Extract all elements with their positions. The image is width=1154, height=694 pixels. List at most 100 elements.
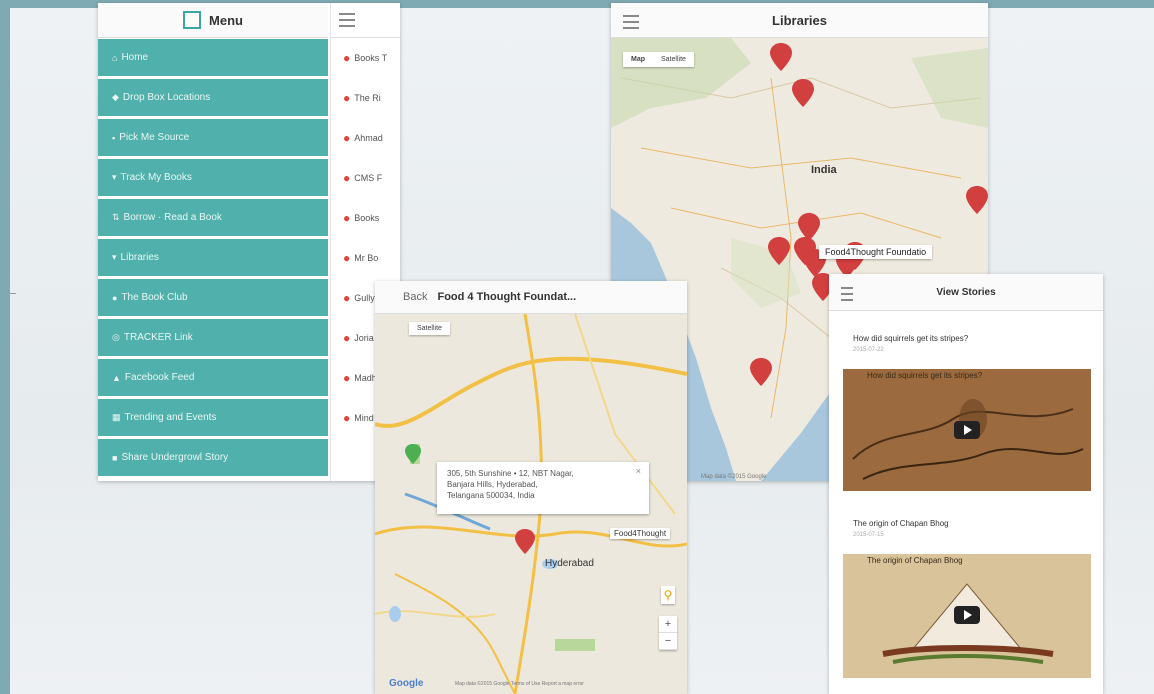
hamburger-icon[interactable] xyxy=(841,287,853,301)
video-caption: The origin of Chapan Bhog xyxy=(867,556,963,565)
menu-item-borrow-read[interactable]: ⇅ Borrow · Read a Book xyxy=(98,199,328,236)
country-label: India xyxy=(811,164,838,176)
zoom-out-button[interactable]: − xyxy=(659,633,677,650)
map-pin-icon: ● xyxy=(343,251,351,265)
back-button[interactable]: Back xyxy=(403,291,427,303)
library-name: Ahmad xyxy=(354,133,383,143)
menu-item-label: TRACKER Link xyxy=(123,332,193,343)
story-title[interactable]: How did squirrels get its stripes? xyxy=(853,334,968,343)
library-list-item[interactable]: ● Ahmad xyxy=(331,118,400,158)
library-name: Mind xyxy=(354,413,374,423)
food4thought-header: Back Food 4 Thought Foundat... xyxy=(375,281,687,314)
story-video[interactable]: The origin of Chapan Bhog xyxy=(843,554,1091,678)
food4thought-tooltip[interactable]: Food4Thought xyxy=(610,528,671,539)
address-line: Banjara Hills, Hyderabad, xyxy=(447,480,538,489)
video-caption: How did squirrels get its stripes? xyxy=(867,371,983,380)
tracking-icon: ▾ xyxy=(112,172,117,182)
facebook-icon: ▲ xyxy=(112,372,121,383)
menu-item-libraries[interactable]: ▾ Libraries xyxy=(98,239,328,276)
map-type-satellite[interactable]: Satellite xyxy=(653,52,694,67)
menu-item-trending-events[interactable]: ▦ Trending and Events xyxy=(98,399,328,436)
menu-title: Menu xyxy=(209,12,243,28)
map-type-toggle[interactable]: Map Satellite xyxy=(623,52,694,67)
story-title[interactable]: The origin of Chapan Bhog xyxy=(853,519,949,528)
pegman-icon[interactable]: ⚲ xyxy=(661,586,675,604)
stories-title: View Stories xyxy=(936,286,996,298)
map-attribution: Map data ©2015 Google xyxy=(701,474,767,480)
map-pin-icon: ● xyxy=(343,171,351,185)
menu-item-facebook-feed[interactable]: ▲ Facebook Feed xyxy=(98,359,328,396)
library-name: Mr Bo xyxy=(354,253,379,263)
library-tooltip[interactable]: Food4Thought Foundatio xyxy=(819,245,933,259)
menu-header: Menu xyxy=(98,3,328,38)
story-video[interactable]: How did squirrels get its stripes? xyxy=(843,369,1091,491)
food4thought-title: Food 4 Thought Foundat... xyxy=(437,291,577,303)
map-pin-icon: ● xyxy=(343,131,351,145)
address-info-window: × 305, 5th Sunshine • 12, NBT Nagar, Ban… xyxy=(437,462,649,514)
map-pin-icon: ● xyxy=(343,291,351,305)
calendar-icon: ▦ xyxy=(112,412,121,422)
view-stories-screen: View Stories How did squirrels get its s… xyxy=(829,274,1103,694)
menu-item-label: Track My Books xyxy=(120,172,192,183)
borrow-icon: ⇅ xyxy=(112,212,120,222)
library-name: Books xyxy=(354,213,380,223)
menu-item-label: Drop Box Locations xyxy=(122,92,211,103)
map-type-satellite[interactable]: Satellite xyxy=(409,322,450,335)
menu-item-label: The Book Club xyxy=(121,292,188,303)
library-icon: ▾ xyxy=(112,252,117,262)
story-date: 2015-07-22 xyxy=(853,347,884,353)
zoom-in-button[interactable]: + xyxy=(659,616,677,633)
menu-item-home[interactable]: ⌂ Home xyxy=(98,39,328,76)
food4thought-screen: Back Food 4 Thought Foundat... Hyderabad… xyxy=(375,281,687,694)
google-logo: Google xyxy=(389,678,424,689)
close-icon[interactable]: × xyxy=(636,466,641,477)
libraries-header: Libraries xyxy=(611,3,988,38)
menu-item-label: Borrow · Read a Book xyxy=(123,212,222,223)
menu-item-label: Facebook Feed xyxy=(124,372,195,383)
menu-list: ⌂ Home ◆ Drop Box Locations ▪ Pick Me Sourc… xyxy=(98,39,328,479)
story-date: 2015-07-15 xyxy=(853,532,884,538)
library-name: The Ri xyxy=(354,93,381,103)
library-list-item[interactable]: ● Mr Bo xyxy=(331,238,400,278)
map-pin-icon: ● xyxy=(343,91,351,105)
library-name: Gully xyxy=(354,293,375,303)
menu-item-label: Trending and Events xyxy=(124,412,217,423)
library-list-item[interactable]: ● Books T xyxy=(331,38,400,78)
map-pin-icon: ● xyxy=(343,211,351,225)
menu-item-label: Share Undergrowl Story xyxy=(121,452,229,463)
menu-item-track-my-books[interactable]: ▾ Track My Books xyxy=(98,159,328,196)
city-label: Hyderabad xyxy=(545,558,594,569)
stories-header: View Stories xyxy=(829,274,1103,311)
club-icon: ● xyxy=(112,292,118,303)
zoom-control: + − xyxy=(659,616,677,650)
hamburger-icon[interactable] xyxy=(339,13,355,27)
hyderabad-map[interactable]: Hyderabad Satellite × 305, 5th Sunshine … xyxy=(375,313,687,694)
map-type-map[interactable]: Map xyxy=(623,52,653,67)
menu-item-label: Pick Me Source xyxy=(119,132,190,143)
hamburger-icon[interactable] xyxy=(623,15,639,29)
menu-item-pick-me-source[interactable]: ▪ Pick Me Source xyxy=(98,119,328,156)
library-name: Books T xyxy=(354,53,388,63)
library-list-item[interactable]: ● The Ri xyxy=(331,78,400,118)
home-icon: ⌂ xyxy=(112,52,118,63)
address-line: Telangana 500034, India xyxy=(447,491,535,500)
map-pin-icon: ● xyxy=(343,371,351,385)
menu-item-label: Home xyxy=(121,52,149,63)
map-marker-icon: ◆ xyxy=(112,92,119,102)
menu-item-label: Libraries xyxy=(120,252,159,263)
library-list-item[interactable]: ● Books xyxy=(331,198,400,238)
library-list-item[interactable]: ● CMS F xyxy=(331,158,400,198)
play-icon[interactable] xyxy=(954,606,980,624)
play-icon[interactable] xyxy=(954,421,980,439)
menu-item-share-story[interactable]: ■ Share Undergrowl Story xyxy=(98,439,328,476)
menu-logo-icon xyxy=(183,11,202,29)
map-pin-icon: ● xyxy=(343,51,351,65)
menu-item-book-club[interactable]: ● The Book Club xyxy=(98,279,328,316)
menu-item-tracker-link[interactable]: ◎ TRACKER Link xyxy=(98,319,328,356)
share-icon: ■ xyxy=(112,452,118,463)
menu-screen: Menu ⌂ Home ◆ Drop Box Locations ▪ Pick Me … xyxy=(98,3,400,481)
menu-item-drop-box-locations[interactable]: ◆ Drop Box Locations xyxy=(98,79,328,116)
library-name: CMS F xyxy=(354,173,383,183)
tracker-icon: ◎ xyxy=(112,332,120,342)
library-name: Joria xyxy=(354,333,374,343)
